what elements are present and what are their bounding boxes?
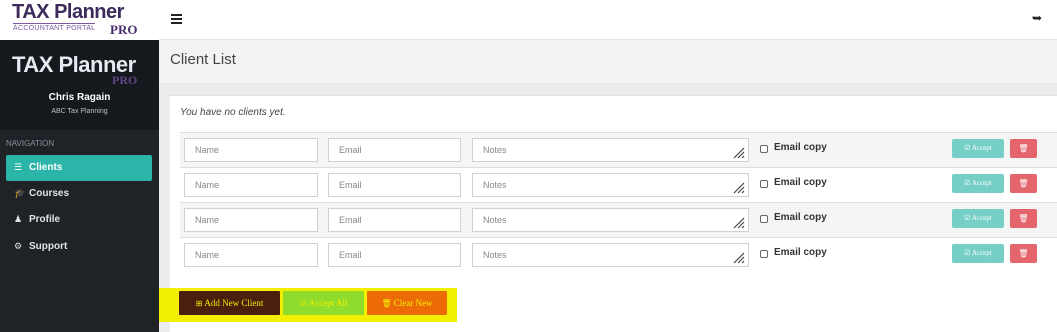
lifebuoy-icon: ⚙: [14, 242, 23, 252]
check-square-icon: ☑: [299, 299, 307, 308]
hamburger-icon[interactable]: [171, 12, 187, 28]
accept-button[interactable]: ☑ Accept: [952, 174, 1004, 193]
client-name-input[interactable]: Name: [184, 208, 318, 232]
resize-handle-icon[interactable]: [733, 252, 745, 264]
client-entry-row: Name Email Notes Email copy ☑ Accept 🗑: [180, 202, 1057, 237]
empty-clients-message: You have no clients yet.: [180, 107, 286, 118]
brand-subtitle: ACCOUNTANT PORTAL: [13, 23, 96, 32]
client-email-input[interactable]: Email: [328, 138, 461, 162]
add-new-client-label: Add New Client: [204, 298, 264, 308]
client-notes-textarea[interactable]: Notes: [472, 208, 749, 232]
email-copy-label: Email copy: [774, 212, 827, 223]
add-new-client-button[interactable]: ⊞ Add New Client: [179, 291, 280, 315]
trash-icon: 🗑: [1018, 179, 1029, 188]
app-root: TAX Planner ACCOUNTANT PORTAL PRO ➥ TAX …: [0, 0, 1057, 332]
client-entry-row: Name Email Notes Email copy ☑ Accept 🗑: [180, 167, 1057, 202]
client-name-input[interactable]: Name: [184, 173, 318, 197]
accept-label: Accept: [971, 179, 992, 187]
sidebar-item-label: Clients: [29, 162, 63, 173]
email-copy-checkbox[interactable]: [760, 215, 768, 223]
email-copy-checkbox[interactable]: [760, 145, 768, 153]
resize-handle-icon[interactable]: [733, 217, 745, 229]
client-email-input[interactable]: Email: [328, 243, 461, 267]
client-notes-textarea[interactable]: Notes: [472, 173, 749, 197]
sidebar-logo-pro: PRO: [112, 73, 138, 87]
resize-handle-icon[interactable]: [733, 182, 745, 194]
sidebar-item-profile[interactable]: ♟ Profile: [6, 207, 152, 233]
client-notes-textarea[interactable]: Notes: [472, 138, 749, 162]
trash-icon: 🗑: [1018, 144, 1029, 153]
top-navbar: TAX Planner ACCOUNTANT PORTAL PRO ➥: [0, 0, 1057, 40]
brand-pro: PRO: [110, 22, 138, 37]
accept-label: Accept: [971, 249, 992, 257]
accept-button[interactable]: ☑ Accept: [952, 209, 1004, 228]
sidebar-profile: TAX Planner PRO Chris Ragain ABC Tax Pla…: [0, 40, 159, 130]
email-copy-checkbox[interactable]: [760, 250, 768, 258]
clear-new-label: Clear New: [393, 298, 433, 308]
client-email-input[interactable]: Email: [328, 208, 461, 232]
client-entry-row: Name Email Notes Email copy ☑ Accept 🗑: [180, 132, 1057, 167]
email-copy-label: Email copy: [774, 247, 827, 258]
accept-all-label: Accept All: [308, 298, 348, 308]
delete-button[interactable]: 🗑: [1010, 174, 1037, 193]
plus-square-icon: ⊞: [195, 299, 203, 308]
client-name-input[interactable]: Name: [184, 243, 318, 267]
delete-button[interactable]: 🗑: [1010, 139, 1037, 158]
trash-icon: 🗑: [1018, 214, 1029, 223]
sidebar-item-label: Profile: [29, 214, 61, 225]
notes-placeholder: Notes: [483, 180, 507, 190]
check-square-icon: ☑: [964, 179, 971, 187]
sidebar-item-label: Support: [29, 241, 68, 252]
check-square-icon: ☑: [964, 214, 971, 222]
sidebar-item-support[interactable]: ⚙ Support: [6, 234, 152, 260]
user-name: Chris Ragain: [48, 92, 111, 103]
brand-logo[interactable]: TAX Planner ACCOUNTANT PORTAL PRO: [0, 0, 159, 40]
accept-button[interactable]: ☑ Accept: [952, 139, 1004, 158]
sidebar-item-courses[interactable]: 🎓 Courses: [6, 181, 152, 207]
client-email-input[interactable]: Email: [328, 173, 461, 197]
sidebar-item-label: Courses: [29, 188, 70, 199]
accept-label: Accept: [971, 214, 992, 222]
email-copy-label: Email copy: [774, 142, 827, 153]
delete-button[interactable]: 🗑: [1010, 209, 1037, 228]
trash-icon: 🗑: [1018, 249, 1029, 258]
graduation-cap-icon: 🎓: [14, 189, 26, 199]
email-copy-label: Email copy: [774, 177, 827, 188]
notes-placeholder: Notes: [483, 145, 507, 155]
client-entry-row: Name Email Notes Email copy ☑ Accept 🗑: [180, 237, 1057, 272]
action-bar: ⊞ Add New Client ☑ Accept All 🗑 Clear New: [159, 288, 457, 322]
trash-icon: 🗑: [381, 299, 392, 308]
brand-title: TAX Planner: [12, 1, 124, 23]
notes-placeholder: Notes: [483, 215, 507, 225]
user-company: ABC Tax Planning: [51, 108, 108, 115]
client-name-input[interactable]: Name: [184, 138, 318, 162]
client-notes-textarea[interactable]: Notes: [472, 243, 749, 267]
sidebar-item-clients[interactable]: ☰ Clients: [6, 155, 152, 181]
page-header: Client List: [159, 40, 1057, 84]
nav-section-label: NAVIGATION: [6, 139, 55, 148]
resize-handle-icon[interactable]: [733, 147, 745, 159]
list-icon: ☰: [14, 163, 23, 173]
sign-out-icon[interactable]: ➥: [1032, 11, 1042, 25]
delete-button[interactable]: 🗑: [1010, 244, 1037, 263]
accept-label: Accept: [971, 144, 992, 152]
sidebar: TAX Planner PRO Chris Ragain ABC Tax Pla…: [0, 40, 159, 332]
check-square-icon: ☑: [964, 144, 971, 152]
accept-button[interactable]: ☑ Accept: [952, 244, 1004, 263]
page-title: Client List: [170, 51, 236, 68]
clear-new-button[interactable]: 🗑 Clear New: [367, 291, 447, 315]
user-icon: ♟: [14, 215, 23, 225]
check-square-icon: ☑: [964, 249, 971, 257]
accept-all-button[interactable]: ☑ Accept All: [283, 291, 364, 315]
notes-placeholder: Notes: [483, 250, 507, 260]
email-copy-checkbox[interactable]: [760, 180, 768, 188]
